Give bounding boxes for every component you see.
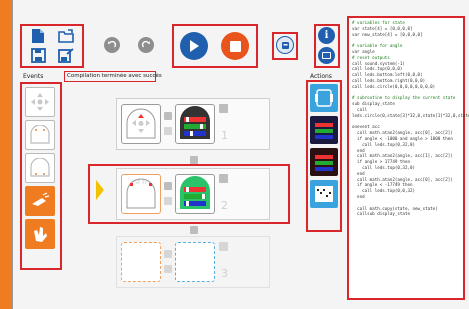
- desktop-edge: [0, 0, 12, 309]
- row3-remove-icon[interactable]: [219, 242, 228, 251]
- current-row-marker: [96, 180, 104, 200]
- event-ground[interactable]: [25, 153, 55, 183]
- code-editor[interactable]: # variables for state var state[4] = [0,0…: [352, 20, 469, 217]
- row1-event-tile[interactable]: [121, 104, 161, 144]
- events-label: Events: [23, 73, 44, 80]
- event-tap[interactable]: [25, 186, 55, 216]
- undo-icon[interactable]: [104, 37, 120, 53]
- camera-icon[interactable]: [318, 47, 335, 64]
- program-row-2: 2: [116, 168, 270, 220]
- action-sound[interactable]: [310, 180, 338, 208]
- row2-event-handle[interactable]: [164, 182, 172, 190]
- save-icon[interactable]: [28, 46, 48, 64]
- stop-icon[interactable]: [221, 32, 249, 60]
- save-as-icon[interactable]: [56, 46, 76, 64]
- actions-label: Actions: [310, 73, 332, 80]
- row2-number: 2: [221, 199, 228, 212]
- row3-event-handle[interactable]: [164, 250, 172, 258]
- row2-action-tile[interactable]: [175, 174, 215, 214]
- robot-icon[interactable]: [276, 36, 294, 54]
- row3-event-slot[interactable]: [121, 242, 161, 282]
- code-line: leds.circle(0,state[3]*32,0,state[1]*32,…: [352, 112, 469, 118]
- redo-icon[interactable]: [138, 37, 154, 53]
- open-folder-icon[interactable]: [56, 28, 76, 44]
- compilation-status: Compilation terminée avec succès: [67, 73, 162, 79]
- event-buttons[interactable]: [25, 87, 55, 117]
- code-line: callsub display_state: [352, 211, 410, 217]
- row1-remove-icon[interactable]: [219, 104, 228, 113]
- row1-event-handle[interactable]: [164, 112, 172, 120]
- row3-number: 3: [221, 267, 228, 280]
- code-line: if angle < -1000 and angle > 1000 then: [352, 135, 453, 141]
- event-clap[interactable]: [25, 219, 55, 249]
- event-prox[interactable]: [25, 120, 55, 150]
- app-window: i Events Compilation terminée avec succè…: [0, 0, 469, 309]
- row3-event-handle-2[interactable]: [164, 265, 172, 273]
- row3-action-slot[interactable]: [175, 242, 215, 282]
- program-row-3: 3: [116, 236, 270, 288]
- program-row-1: 1: [116, 98, 270, 150]
- action-bottom-color[interactable]: [310, 148, 338, 176]
- new-file-icon[interactable]: [28, 28, 48, 44]
- play-icon[interactable]: [180, 32, 208, 60]
- action-top-color[interactable]: [310, 116, 338, 144]
- row1-event-handle-2[interactable]: [164, 127, 172, 135]
- action-move[interactable]: [310, 84, 338, 112]
- row1-number: 1: [221, 129, 228, 142]
- add-row-icon-2[interactable]: [190, 226, 198, 234]
- info-icon[interactable]: i: [318, 27, 335, 44]
- row2-remove-icon[interactable]: [219, 174, 228, 183]
- row2-event-handle-2[interactable]: [164, 197, 172, 205]
- add-row-icon-1[interactable]: [190, 156, 198, 164]
- row1-action-tile[interactable]: [175, 104, 215, 144]
- row2-event-tile[interactable]: [121, 174, 161, 214]
